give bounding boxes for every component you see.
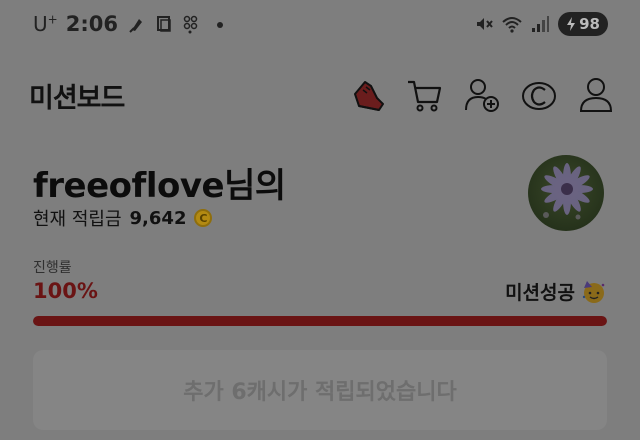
progress-bar-fill [33,316,607,326]
mission-status: 미션성공 [505,278,607,305]
status-right: 98 [474,12,608,36]
status-left: U+ 2:06 [33,12,230,36]
coin-icon: C [194,209,213,227]
avatar[interactable] [528,155,604,231]
wifi-icon [502,17,522,33]
battery-charging-icon [567,17,576,31]
signal-icon [532,16,550,32]
page-title: 미션보드 [29,83,125,114]
add-friend-icon[interactable] [463,76,501,114]
apps-grid-icon [183,15,198,34]
progress-bar [33,316,607,326]
copy-icon [156,16,171,32]
party-face-icon [582,280,605,303]
mute-icon [477,18,493,30]
username: freeoflove [33,166,225,206]
status-time: 2:06 [65,12,118,36]
cash-icon[interactable] [520,76,558,114]
pin-icon [129,19,142,33]
battery-level: 98 [579,15,600,33]
progress-value: 100% [33,279,98,303]
points-label: 현재 적립금 [33,209,122,230]
cart-icon[interactable] [406,76,444,114]
dot-icon [216,22,223,28]
username-suffix: 님의 [224,166,286,206]
status-bar: U+ 2:06 98 [0,0,640,50]
shoe-icon[interactable] [349,76,387,114]
flower-photo [541,163,593,220]
points-value: 9,642 [129,207,187,229]
username-heading: freeoflove님의 [33,158,286,207]
progress-label: 진행률 [33,260,72,276]
battery-indicator: 98 [558,12,608,36]
app-header: 미션보드 [0,70,640,120]
mission-status-text: 미션성공 [505,282,575,304]
header-actions [349,76,615,114]
carrier-label: U+ [33,12,58,36]
reward-status-button[interactable]: 추가 6캐시가 적립되었습니다 [33,350,607,430]
profile-icon[interactable] [577,76,615,114]
points-summary: 현재 적립금 9,642 C [33,205,213,231]
